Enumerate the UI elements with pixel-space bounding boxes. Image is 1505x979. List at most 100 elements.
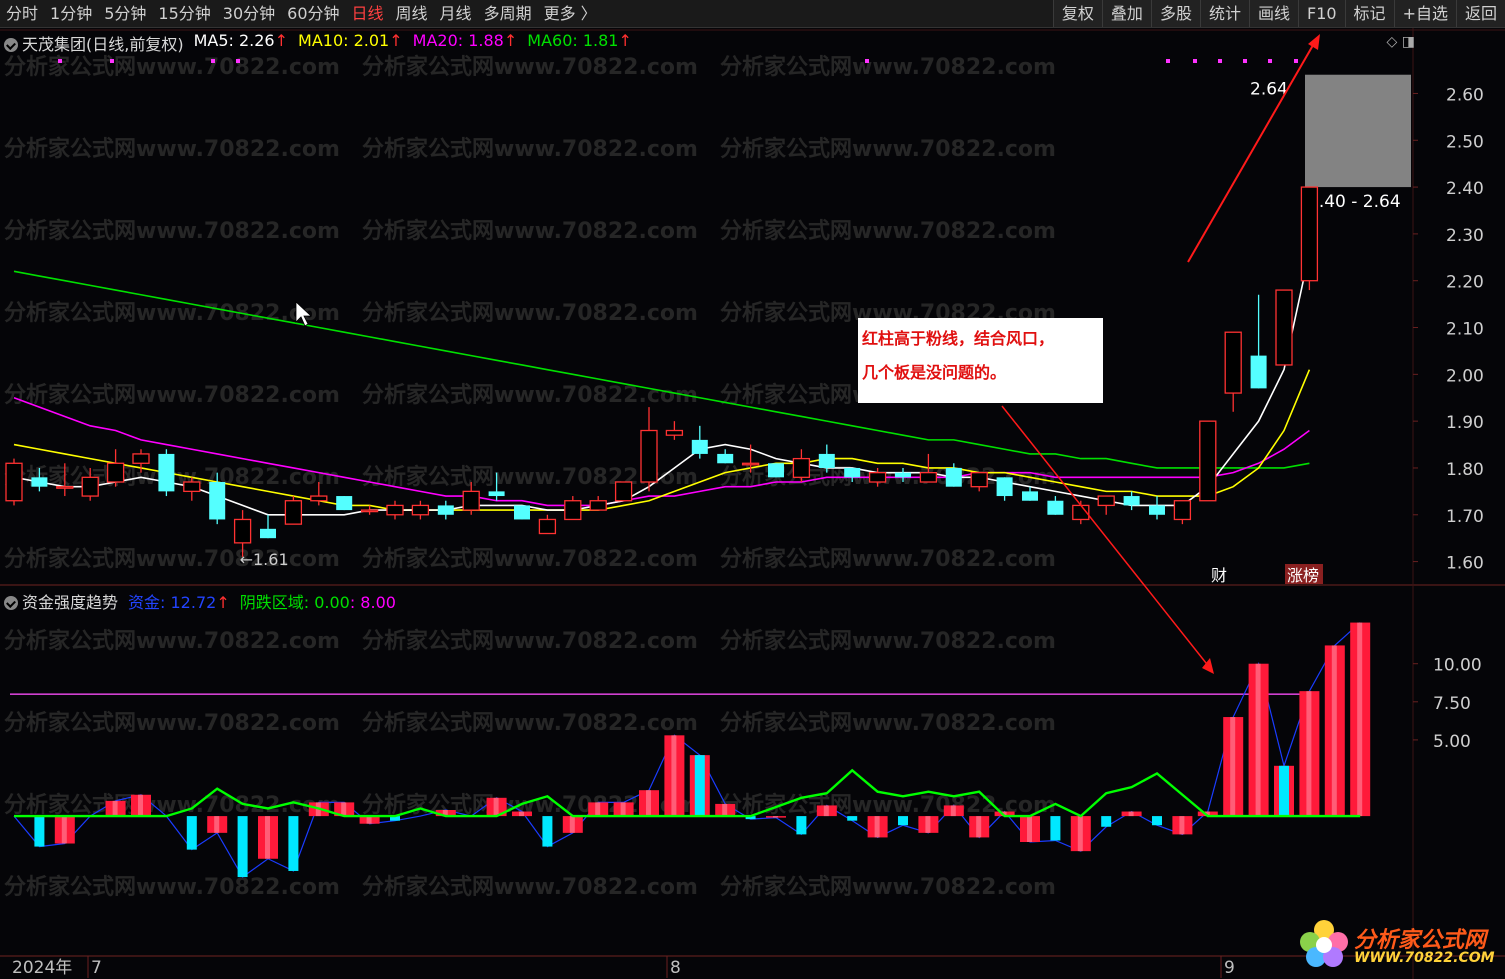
range-label: 2.40 - 2.64 <box>1308 192 1401 212</box>
candle-body-up <box>310 495 328 502</box>
annotation-line-2: 几个板是没问题的。 <box>862 363 1007 382</box>
candle-body-up <box>386 504 404 516</box>
signal-dot <box>1243 59 1247 63</box>
period-tab-3[interactable]: 15分钟 <box>152 0 216 27</box>
toolbar-button-6[interactable]: 标记 <box>1344 0 1394 27</box>
fund-bar-negative <box>898 816 908 826</box>
toolbar-right-buttons: 复权 叠加 多股 统计 画线 F10 标记 +自选 返回 <box>1052 0 1505 27</box>
candle-body-up <box>1224 331 1242 394</box>
watermark-text: 分析家公式网www.70822.com <box>720 874 1056 900</box>
period-tab-9[interactable]: 多周期 <box>478 0 538 27</box>
fund-bar-highlight <box>722 803 728 817</box>
signal-dot <box>211 59 215 63</box>
fund-bar-highlight <box>671 735 677 817</box>
ma20-legend: MA20: 1.88↑ <box>412 31 518 50</box>
candle-body-down <box>1047 500 1064 515</box>
price-range-box <box>1305 74 1411 188</box>
period-tab-2[interactable]: 5分钟 <box>98 0 152 27</box>
y-tick-label: 1.90 <box>1446 413 1484 433</box>
indicator-name[interactable]: 资金强度趋势 <box>4 589 118 613</box>
toolbar-button-0[interactable]: 复权 <box>1052 0 1102 27</box>
watermark-text: 分析家公式网www.70822.com <box>4 710 340 736</box>
chart-canvas[interactable]: 分析家公式网www.70822.com 分析家公式网www.70822.com 分析… <box>0 28 1505 979</box>
watermark-text: 分析家公式网www.70822.com <box>720 710 1056 736</box>
fund-bar-highlight <box>519 811 524 817</box>
candle-body-up <box>183 481 201 493</box>
candle-body-down <box>1022 491 1038 501</box>
fund-bar-negative <box>542 816 553 847</box>
candle-body-down <box>818 453 835 468</box>
candle-body-down <box>437 505 454 515</box>
candle-body-down <box>336 496 353 511</box>
toolbar-button-5[interactable]: F10 <box>1297 0 1345 27</box>
period-tab-6[interactable]: 日线 <box>346 0 390 27</box>
fund-bar-highlight <box>1077 816 1083 852</box>
candle-body-up <box>233 518 252 544</box>
period-tab-5[interactable]: 60分钟 <box>281 0 345 27</box>
signal-dot <box>1294 59 1298 63</box>
watermark-text: 分析家公式网www.70822.com <box>720 546 1056 572</box>
toolbar-button-4[interactable]: 画线 <box>1248 0 1298 27</box>
candle-body-up <box>411 504 430 516</box>
panel-icons[interactable]: ◇ ◨ <box>1387 34 1415 50</box>
watermark-text: 分析家公式网www.70822.com <box>720 54 1056 80</box>
watermark-text: 分析家公式网www.70822.com <box>4 874 340 900</box>
period-tab-10[interactable]: 更多 〉 <box>538 0 603 27</box>
fund-bar-highlight <box>1331 645 1337 817</box>
fund-bar-highlight <box>1306 691 1312 817</box>
watermark-text: 分析家公式网www.70822.com <box>362 300 698 326</box>
signal-dot <box>236 59 240 63</box>
indicator-y-label: 10.00 <box>1433 656 1482 676</box>
fund-bar-highlight <box>620 802 626 817</box>
signal-dot <box>1218 59 1222 63</box>
candle-body-down <box>691 439 708 454</box>
period-tab-0[interactable]: 分时 <box>0 0 44 27</box>
period-tab-8[interactable]: 月线 <box>434 0 478 27</box>
signal-dot <box>110 59 114 63</box>
ma60-legend: MA60: 1.81↑ <box>527 31 632 50</box>
panel-toggle-icon[interactable]: ◨ <box>1402 34 1415 50</box>
watermark-text: 分析家公式网www.70822.com <box>4 54 340 80</box>
candle-body-down <box>895 472 911 478</box>
candle-body-up <box>970 471 988 488</box>
indicator-y-label: 7.50 <box>1433 694 1471 714</box>
candle-body-down <box>945 467 962 487</box>
fund-bar-highlight <box>595 802 601 817</box>
annotation-line-1: 红柱高于粉线，结合风口， <box>862 329 1055 348</box>
y-tick-label: 2.60 <box>1446 85 1484 105</box>
watermark-text: 分析家公式网www.70822.com <box>720 628 1056 654</box>
toolbar-button-2[interactable]: 多股 <box>1150 0 1200 27</box>
toolbar-button-3[interactable]: 统计 <box>1199 0 1249 27</box>
candle-body-down <box>768 463 784 478</box>
fund-bar-highlight <box>1357 622 1363 817</box>
candle-body-down <box>1149 505 1165 515</box>
diamond-icon[interactable]: ◇ <box>1387 34 1398 50</box>
candle-body-down <box>260 528 276 539</box>
candle-body-up <box>564 500 582 521</box>
fund-bar-highlight <box>1027 816 1032 842</box>
period-tab-4[interactable]: 30分钟 <box>217 0 281 27</box>
candle-body-up <box>462 490 480 511</box>
y-tick-label: 2.40 <box>1446 179 1484 199</box>
candle-body-up <box>1199 420 1217 502</box>
candle-body-down <box>158 453 175 492</box>
period-tab-1[interactable]: 1分钟 <box>44 0 98 27</box>
candle-body-up <box>792 457 811 478</box>
period-tab-7[interactable]: 周线 <box>390 0 434 27</box>
fund-bar-highlight <box>569 816 575 833</box>
candle-body-up <box>106 462 125 483</box>
indicator-header: 资金强度趋势 资金: 12.72↑ 阴跌区域: 0.00: 8.00 <box>4 589 396 613</box>
watermark-text: 分析家公式网www.70822.com <box>4 136 340 162</box>
signal-dot <box>58 59 62 63</box>
fund-bar-highlight <box>138 794 143 817</box>
toolbar-button-8[interactable]: 返回 <box>1455 0 1505 27</box>
stock-name[interactable]: 天茂集团(日线,前复权) <box>4 31 184 55</box>
candle-body-down <box>844 467 861 478</box>
candle-body-up <box>1300 186 1319 282</box>
y-tick-label: 2.10 <box>1446 320 1484 340</box>
toolbar-button-7[interactable]: +自选 <box>1393 0 1456 27</box>
fund-bar-negative <box>1152 816 1162 826</box>
candle-body-up <box>538 518 557 535</box>
toolbar-button-1[interactable]: 叠加 <box>1101 0 1151 27</box>
fund-bar-highlight <box>1179 816 1185 835</box>
